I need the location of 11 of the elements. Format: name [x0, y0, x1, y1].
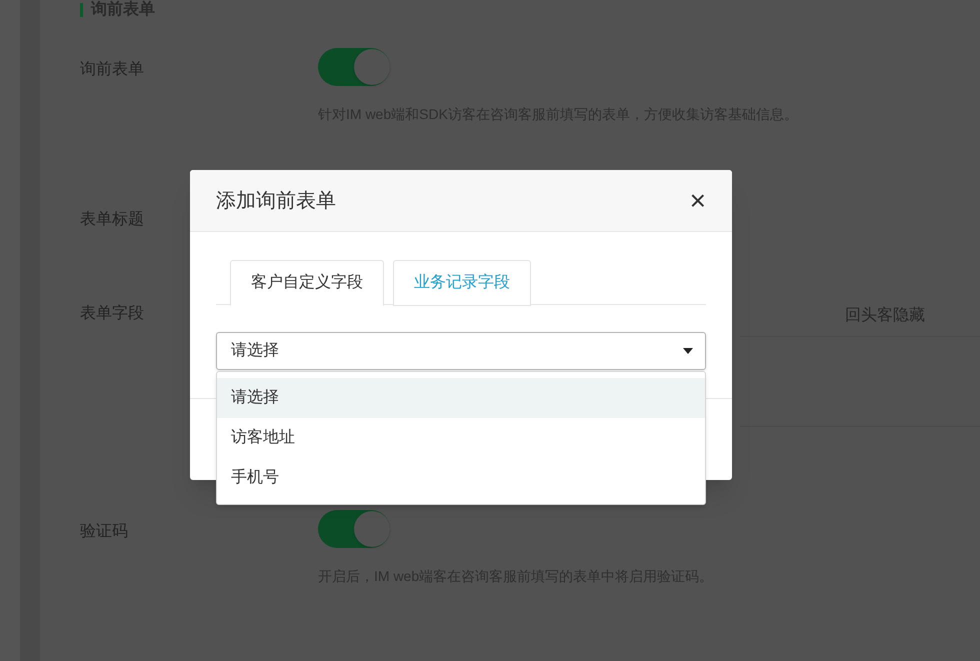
modal-title: 添加询前表单	[216, 188, 336, 214]
select-field[interactable]: 请选择	[216, 332, 706, 370]
toggle-switch[interactable]	[318, 510, 390, 548]
tab[interactable]: 客户自定义字段	[230, 260, 384, 306]
dropdown-option[interactable]: 手机号	[217, 458, 705, 498]
caret-icon	[683, 348, 693, 354]
toggle-switch[interactable]	[318, 48, 390, 86]
close-button[interactable]: ×	[690, 186, 706, 214]
section-marker	[80, 3, 83, 17]
dropdown-option[interactable]: 请选择	[217, 378, 705, 418]
dropdown-option[interactable]: 访客地址	[217, 418, 705, 458]
